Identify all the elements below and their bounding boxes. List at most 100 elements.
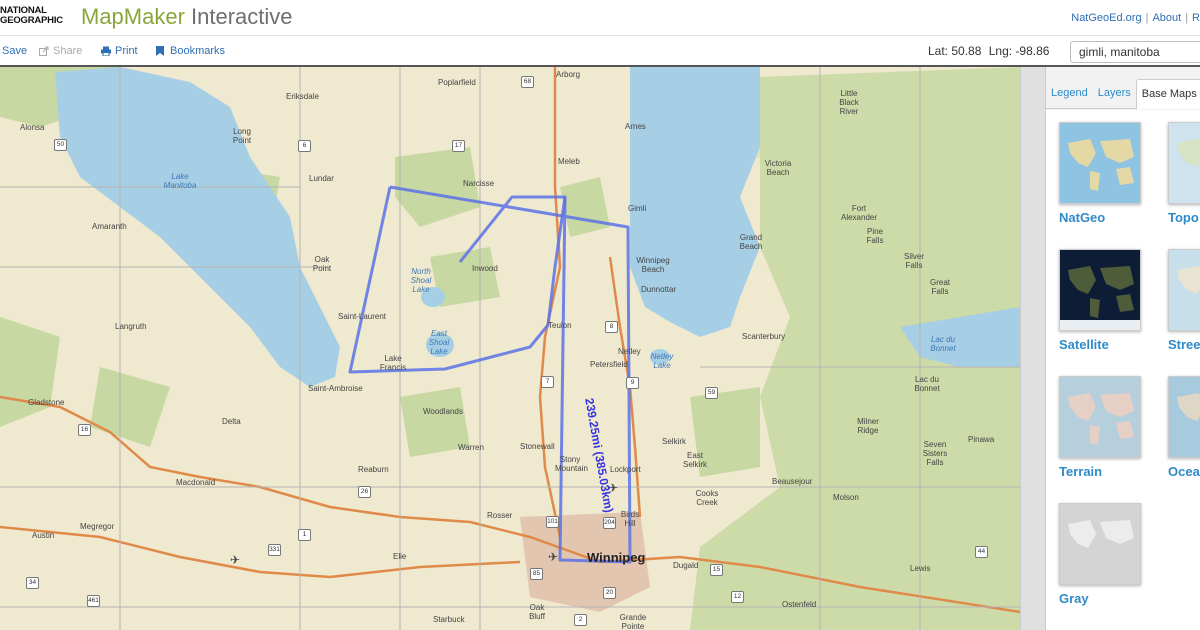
bookmarks-button[interactable]: Bookmarks — [156, 45, 225, 57]
place-label-narcisse: Narcisse — [463, 179, 495, 188]
lake-label-east-shoal: East Shoal Lake — [428, 329, 450, 356]
save-label: Save — [2, 45, 28, 57]
latitude-readout: Lat: 50.88 — [928, 44, 982, 58]
place-label-beausejour: Beausejour — [772, 477, 813, 486]
tab-legend[interactable]: Legend — [1046, 79, 1093, 109]
place-label-seven-sisters-falls: Seven Sisters Falls — [922, 440, 948, 467]
toolbar: Save Share Print Bookmarks Lat: 50.88 Ln… — [0, 36, 1200, 67]
place-label-selkirk: Selkirk — [662, 437, 687, 446]
highway-shield: 6 — [298, 140, 311, 152]
place-label-netley: Netley — [618, 347, 641, 356]
place-label-east-selkirk: East Selkirk — [682, 451, 707, 469]
basemap-label: Terrain — [1059, 464, 1103, 479]
basemap-gray[interactable]: Gray — [1059, 503, 1141, 606]
place-label-woodlands: Woodlands — [423, 407, 463, 416]
basemap-street[interactable]: Street — [1168, 249, 1200, 352]
highway-shield: 85 — [530, 568, 543, 580]
natgeo-logo[interactable]: NATIONAL GEOGRAPHIC — [0, 6, 63, 30]
basemap-label: Topo — [1168, 210, 1199, 225]
highway-shield: 16 — [78, 424, 91, 436]
basemap-ocean[interactable]: Ocean — [1168, 376, 1200, 479]
place-label-megregor: Megregor — [80, 522, 115, 531]
panel-divider[interactable] — [1020, 67, 1045, 630]
highway-shield: 331 — [268, 544, 281, 556]
place-label-rosser: Rosser — [487, 511, 513, 520]
place-label-amaranth: Amaranth — [92, 222, 127, 231]
basemap-gallery: NatGeo Topo Satellite Street Terrain — [1046, 110, 1200, 630]
place-label-teulon: Teulon — [548, 321, 572, 330]
highway-shield: 20 — [603, 587, 616, 599]
place-label-scanterbury: Scanterbury — [742, 332, 786, 341]
basemap-label: Gray — [1059, 591, 1089, 606]
place-label-cooks-creek: Cooks Creek — [695, 489, 719, 507]
basemap-thumbnail — [1059, 249, 1141, 331]
place-label-oak-bluff: Oak Bluff — [529, 603, 545, 621]
side-panel: Legend Layers Base Maps NatGeo Topo Sate… — [1045, 67, 1200, 630]
lake-label-lac-du-bonnet: Lac du Bonnet — [930, 335, 956, 353]
bookmarks-label: Bookmarks — [170, 45, 226, 57]
place-label-ostenfeld: Ostenfeld — [782, 600, 817, 609]
airport-icon: ✈ — [548, 550, 559, 564]
place-label-stony-mountain: Stony Mountain — [555, 455, 588, 473]
basemap-thumbnail — [1168, 122, 1200, 204]
place-label-lake-francis: Lake Francis — [379, 354, 407, 372]
place-label-lewis: Lewis — [910, 564, 931, 573]
place-label-silver-falls: Silver Falls — [903, 252, 924, 270]
place-label-arborg: Arborg — [556, 70, 581, 79]
highway-shield: 50 — [54, 139, 67, 151]
highway-shield: 101 — [546, 516, 559, 528]
highway-shield: 7 — [541, 376, 554, 388]
place-label-gladstone: Gladstone — [28, 398, 65, 407]
basemap-terrain[interactable]: Terrain — [1059, 376, 1141, 479]
place-label-grand-beach: Grand Beach — [739, 233, 763, 251]
app-title: MapMaker Interactive — [81, 4, 293, 30]
basemap-satellite[interactable]: Satellite — [1059, 249, 1141, 352]
print-button[interactable]: Print — [101, 45, 138, 57]
place-label-winnipeg-beach: Winnipeg Beach — [636, 256, 670, 274]
place-label-starbuck: Starbuck — [433, 615, 465, 624]
map-base-layer — [0, 67, 1021, 630]
tab-layers[interactable]: Layers — [1093, 79, 1136, 109]
highway-shield: 1 — [298, 529, 311, 541]
save-button[interactable]: Save — [0, 45, 27, 57]
place-label-elie: Elie — [393, 552, 407, 561]
place-label-lockport: Lockport — [610, 465, 641, 474]
place-label-poplarfield: Poplarfield — [438, 78, 476, 87]
basemap-label: Satellite — [1059, 337, 1109, 352]
place-label-saint-ambroise: Saint-Ambroise — [308, 384, 363, 393]
place-label-lundar: Lundar — [309, 174, 334, 183]
place-label-eriksdale: Eriksdale — [286, 92, 319, 101]
natgeoed-link[interactable]: NatGeoEd.org — [1071, 12, 1141, 24]
r-link[interactable]: R — [1192, 12, 1200, 24]
about-link[interactable]: About — [1152, 12, 1181, 24]
place-label-pine-falls: Pine Falls — [866, 227, 884, 245]
place-label-fort-alexander: Fort Alexander — [840, 204, 878, 222]
place-label-molson: Molson — [833, 493, 859, 502]
highway-shield: 461 — [87, 595, 100, 607]
longitude-readout: Lng: -98.86 — [988, 44, 1050, 58]
place-label-alonsa: Alonsa — [20, 123, 45, 132]
lake-label-north-shoal: North Shoal Lake — [410, 267, 432, 294]
basemap-natgeo[interactable]: NatGeo — [1059, 122, 1141, 225]
logo-line-2: GEOGRAPHIC — [0, 15, 63, 26]
place-label-little-black-river: Little Black River — [839, 89, 859, 116]
panel-tabs: Legend Layers Base Maps — [1046, 79, 1200, 109]
basemap-label: Street — [1168, 337, 1200, 352]
app-header: NATIONAL GEOGRAPHIC MapMaker Interactive… — [0, 0, 1200, 36]
place-label-milner-ridge: Milner Ridge — [857, 417, 879, 435]
map-canvas[interactable]: Arborg Poplarfield Eriksdale Alonsa Long… — [0, 67, 1045, 630]
airport-icon: ✈ — [230, 553, 241, 567]
highway-shield: 34 — [26, 577, 39, 589]
highway-shield: 17 — [452, 140, 465, 152]
location-search-input[interactable] — [1070, 41, 1200, 63]
place-label-pinawa: Pinawa — [968, 435, 995, 444]
tab-base-maps[interactable]: Base Maps — [1135, 79, 1200, 109]
basemap-topo[interactable]: Topo — [1168, 122, 1200, 225]
top-links: NatGeoEd.org | About | R — [1071, 12, 1200, 24]
place-label-great-falls: Great Falls — [929, 278, 950, 296]
share-button[interactable]: Share — [39, 45, 82, 57]
place-label-langruth: Langruth — [115, 322, 147, 331]
highway-shield: 204 — [603, 517, 616, 529]
highway-shield: 2 — [574, 614, 587, 626]
bookmark-icon — [156, 46, 166, 56]
